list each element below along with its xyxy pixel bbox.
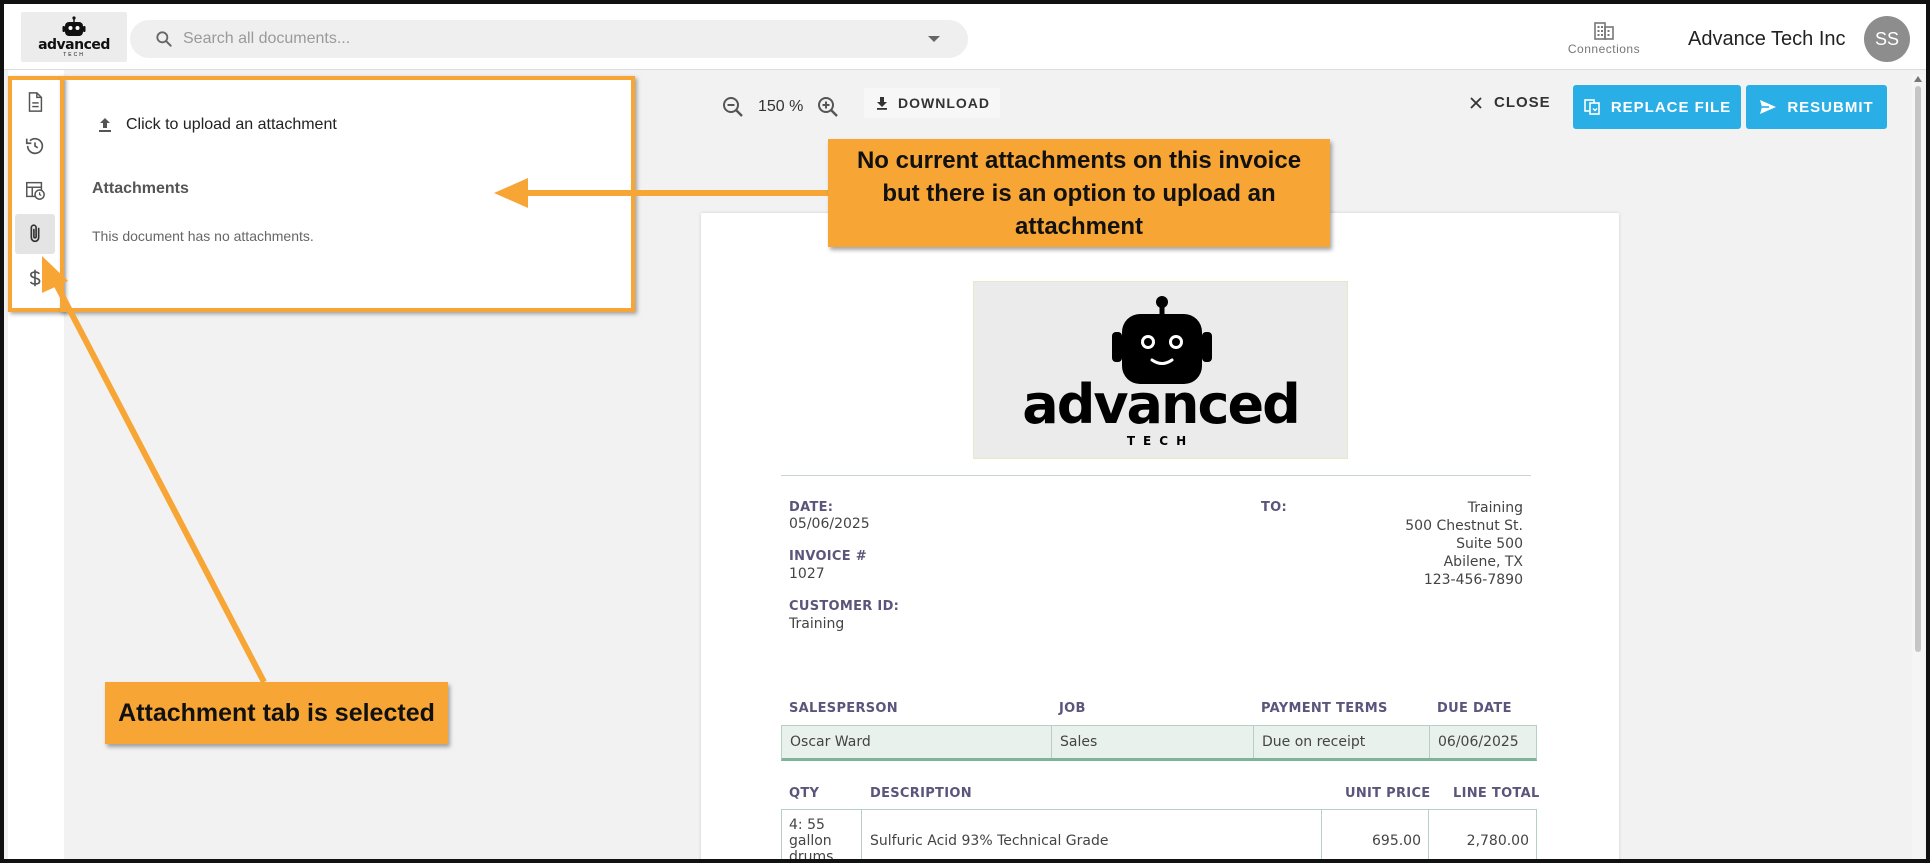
download-icon <box>877 97 887 110</box>
top-bar: advanced TECH Search all documents... Co… <box>4 4 1926 70</box>
invoice-number-label: INVOICE # <box>789 549 867 564</box>
to-label: TO: <box>1261 500 1288 515</box>
vertical-scrollbar[interactable] <box>1912 74 1924 859</box>
search-input[interactable]: Search all documents... <box>183 30 350 48</box>
close-label: CLOSE <box>1494 94 1551 111</box>
zoom-out-icon[interactable] <box>722 96 744 118</box>
search-icon <box>156 31 172 47</box>
annotation-callout: Attachment tab is selected <box>105 682 448 744</box>
unit-price-header: UNIT PRICE <box>1345 786 1431 801</box>
description-header: DESCRIPTION <box>870 786 972 801</box>
app-logo[interactable]: advanced TECH <box>21 12 127 62</box>
customer-id-label: CUSTOMER ID: <box>789 599 900 614</box>
job-header: JOB <box>1059 701 1086 716</box>
description-cell: Sulfuric Acid 93% Technical Grade <box>862 810 1322 859</box>
due-date-cell: 06/06/2025 <box>1438 734 1519 750</box>
table-row: 4: 55 gallon drums Sulfuric Acid 93% Tec… <box>781 809 1537 859</box>
building-icon <box>1594 22 1614 40</box>
replace-file-button[interactable]: REPLACE FILE <box>1573 85 1741 129</box>
date-label: DATE: <box>789 500 834 515</box>
annotation-callout: No current attachments on this invoice b… <box>828 139 1330 247</box>
download-button[interactable]: DOWNLOAD <box>864 88 1000 118</box>
to-line: 500 Chestnut St. <box>1405 518 1523 534</box>
connections-label: Connections <box>1567 42 1641 56</box>
invoice-number-value: 1027 <box>789 566 825 582</box>
rail-highlight <box>8 76 64 312</box>
date-value: 05/06/2025 <box>789 516 870 532</box>
divider <box>781 475 1531 476</box>
to-line: Suite 500 <box>1456 536 1523 552</box>
company-name[interactable]: Advance Tech Inc <box>1688 28 1846 51</box>
invoice-logo-wordmark: advanced <box>1022 373 1300 436</box>
send-icon <box>1760 100 1777 114</box>
zoom-level: 150 % <box>758 98 804 115</box>
zoom-controls: 150 % <box>722 96 839 118</box>
app-frame: advanced TECH Search all documents... Co… <box>0 0 1930 863</box>
chevron-down-icon[interactable] <box>928 36 940 42</box>
payment-terms-header: PAYMENT TERMS <box>1261 701 1388 716</box>
panel-highlight <box>60 76 635 312</box>
replace-file-label: REPLACE FILE <box>1610 98 1732 116</box>
payment-terms-cell: Due on receipt <box>1254 726 1430 758</box>
unit-price-cell: 695.00 <box>1322 810 1429 859</box>
close-button[interactable]: CLOSE <box>1468 94 1551 111</box>
logo-wordmark: advanced <box>38 37 110 53</box>
resubmit-button[interactable]: RESUBMIT <box>1746 85 1887 129</box>
connections-button[interactable]: Connections <box>1560 20 1648 62</box>
search-bar[interactable]: Search all documents... <box>130 20 968 58</box>
invoice-document: advanced TECH DATE: 05/06/2025 INVOICE #… <box>701 213 1619 859</box>
resubmit-label: RESUBMIT <box>1787 98 1874 116</box>
logo-subtitle: TECH <box>63 52 85 58</box>
qty-header: QTY <box>789 786 820 801</box>
to-line: 123-456-7890 <box>1423 572 1523 588</box>
robot-logo-icon <box>62 16 86 36</box>
scroll-up-arrow[interactable] <box>1914 76 1922 82</box>
scroll-thumb[interactable] <box>1915 86 1921 652</box>
invoice-logo: advanced TECH <box>973 281 1348 459</box>
line-total-cell: 2,780.00 <box>1466 833 1529 849</box>
line-total-header: LINE TOTAL <box>1453 786 1540 801</box>
close-icon <box>1470 96 1482 109</box>
replace-file-icon <box>1584 99 1600 115</box>
salesperson-cell: Oscar Ward <box>782 726 1052 758</box>
customer-id-value: Training <box>789 616 845 632</box>
download-label: DOWNLOAD <box>898 95 990 111</box>
qty-cell: 4: 55 gallon drums <box>782 810 862 859</box>
zoom-in-icon[interactable] <box>817 96 839 118</box>
job-cell: Sales <box>1052 726 1254 758</box>
due-date-header: DUE DATE <box>1437 701 1512 716</box>
to-line: Training <box>1467 500 1523 516</box>
sales-row: Oscar Ward Sales Due on receipt 06/06/20… <box>781 725 1537 761</box>
invoice-logo-subtitle: TECH <box>1126 434 1195 448</box>
to-line: Abilene, TX <box>1443 554 1523 570</box>
salesperson-header: SALESPERSON <box>789 701 898 716</box>
to-address: Training 500 Chestnut St. Suite 500 Abil… <box>1405 499 1523 589</box>
avatar[interactable]: SS <box>1864 16 1910 62</box>
